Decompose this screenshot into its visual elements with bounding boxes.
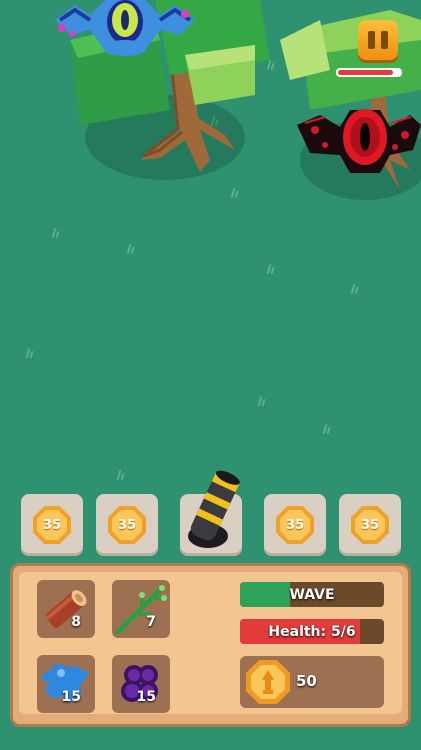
coin-icon: 35 [276, 506, 314, 544]
slot-cost: 35 [37, 510, 67, 540]
log-icon [45, 590, 87, 628]
health-label: Health: 5/6 [268, 623, 356, 640]
tower-slot-2[interactable]: 35 [96, 494, 158, 556]
tower-slot-4[interactable]: 35 [264, 494, 326, 556]
grass-tuft [126, 244, 132, 254]
game-stage: { "pause": {"icon": "pause-icon"}, "enem… [0, 0, 421, 750]
pause-icon [381, 31, 388, 49]
pause-button[interactable] [358, 20, 398, 60]
blue-ore-count: 15 [61, 689, 81, 705]
grass-tuft [25, 348, 31, 358]
coin-icon: 35 [108, 506, 146, 544]
tower-slot-1[interactable]: 35 [21, 494, 83, 556]
wave-bar: WAVE [240, 582, 384, 607]
resource-purple-ore: 15 [112, 655, 170, 713]
coin-amount: 50 [296, 672, 317, 690]
grass-tuft [230, 188, 236, 198]
resource-branch: 7 [112, 580, 170, 638]
enemy-health-fill [338, 70, 394, 75]
grass-tuft [51, 228, 57, 238]
resource-wood: 8 [37, 580, 95, 638]
slot-cost: 35 [280, 510, 310, 540]
grass-tuft [266, 264, 272, 274]
coin-icon: 35 [351, 506, 389, 544]
blue-monster [55, 0, 195, 56]
resource-blue-ore: 15 [37, 655, 95, 713]
slot-cost: 35 [112, 510, 142, 540]
grass-tuft [350, 284, 356, 294]
enemy-health-bar [336, 68, 402, 77]
tower-coin-icon [246, 660, 290, 704]
grass-tuft [257, 396, 263, 406]
coin-icon: 35 [33, 506, 71, 544]
wood-count: 8 [71, 614, 81, 630]
coin-counter: 50 [240, 656, 384, 708]
branch-count: 7 [146, 614, 156, 630]
grass-tuft [322, 424, 328, 434]
wave-label: WAVE [289, 586, 335, 603]
grass-tuft [116, 470, 122, 480]
slot-cost: 35 [355, 510, 385, 540]
tower-slot-3[interactable] [180, 470, 242, 556]
pause-icon [368, 31, 375, 49]
tower-slot-5[interactable]: 35 [339, 494, 401, 556]
branch-icon [115, 585, 167, 635]
health-bar: Health: 5/6 [240, 619, 384, 644]
purple-ore-count: 15 [136, 689, 156, 705]
cannon-tower-icon [188, 470, 240, 548]
red-monster [297, 109, 421, 173]
